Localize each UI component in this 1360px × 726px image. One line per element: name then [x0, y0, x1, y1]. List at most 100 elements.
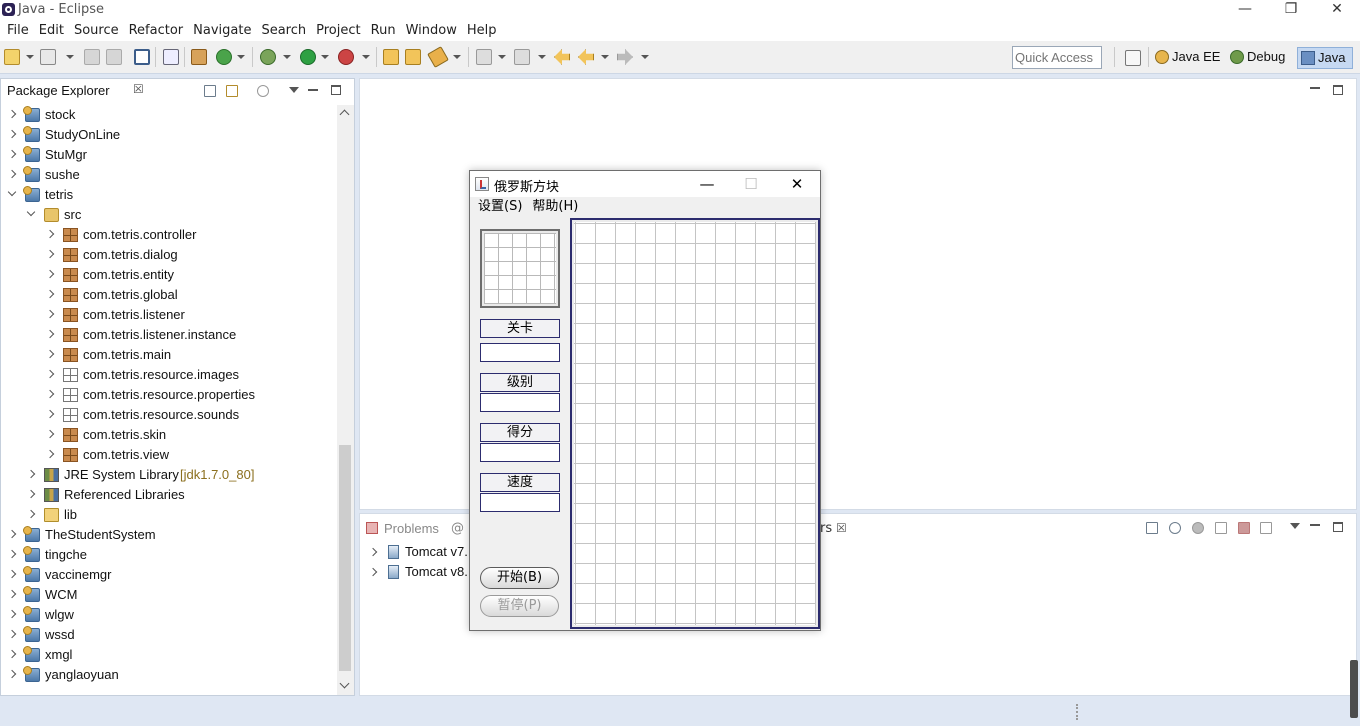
problems-tab[interactable]: Problems	[384, 521, 439, 536]
server-row[interactable]: Tomcat v8.	[360, 562, 470, 582]
chevron-right-icon[interactable]	[7, 569, 17, 579]
menu-window[interactable]: Window	[401, 20, 462, 41]
tree-item[interactable]: vaccinemgr	[1, 565, 336, 585]
menu-refactor[interactable]: Refactor	[124, 20, 189, 41]
tree-item[interactable]: wlgw	[1, 605, 336, 625]
save-icon[interactable]	[84, 49, 100, 65]
tree-item[interactable]: com.tetris.global	[1, 285, 336, 305]
previous-annotation-dropdown-icon[interactable]	[538, 55, 546, 59]
package-explorer-tab[interactable]: Package Explorer	[3, 82, 114, 102]
skip-breakpoints-icon[interactable]	[163, 49, 179, 65]
tree-item[interactable]: src	[1, 205, 336, 225]
tree-item[interactable]: xmgl	[1, 645, 336, 665]
collapse-all-icon[interactable]	[1146, 522, 1158, 534]
chevron-down-icon[interactable]	[26, 207, 36, 217]
minimize-button[interactable]: —	[1222, 0, 1268, 20]
chevron-right-icon[interactable]	[45, 329, 55, 339]
close-button[interactable]: ✕	[1314, 0, 1360, 20]
debug-icon[interactable]	[260, 49, 276, 65]
menu-help[interactable]: 帮助(H)	[532, 197, 578, 217]
tree-item[interactable]: yanglaoyuan	[1, 665, 336, 685]
tree-item[interactable]: wssd	[1, 625, 336, 645]
view-menu-icon[interactable]	[1290, 523, 1300, 529]
chevron-right-icon[interactable]	[7, 129, 17, 139]
menu-navigate[interactable]: Navigate	[188, 20, 256, 41]
chevron-right-icon[interactable]	[368, 567, 378, 577]
forward-dropdown-icon[interactable]	[641, 55, 649, 59]
chevron-right-icon[interactable]	[7, 669, 17, 679]
minimize-view-icon[interactable]	[1310, 520, 1320, 526]
search-dropdown-icon[interactable]	[453, 55, 461, 59]
search-icon[interactable]	[427, 46, 449, 68]
menu-help[interactable]: Help	[462, 20, 502, 41]
tree-item[interactable]: com.tetris.resource.images	[1, 365, 336, 385]
back-icon[interactable]	[578, 49, 594, 65]
open-type-icon[interactable]	[40, 49, 56, 65]
chevron-right-icon[interactable]	[7, 149, 17, 159]
back-dropdown-icon[interactable]	[601, 55, 609, 59]
tree-item[interactable]: com.tetris.main	[1, 345, 336, 365]
maximize-editor-icon[interactable]	[1333, 85, 1343, 95]
scrollbar-thumb[interactable]	[339, 445, 351, 671]
tetris-close-button[interactable]: ✕	[782, 174, 812, 194]
quick-access-input[interactable]	[1012, 46, 1102, 69]
menu-run[interactable]: Run	[366, 20, 401, 41]
open-task-icon[interactable]	[405, 49, 421, 65]
new-dropdown-icon[interactable]	[26, 55, 34, 59]
tree-item[interactable]: WCM	[1, 585, 336, 605]
external-tools-icon[interactable]	[338, 49, 354, 65]
menu-project[interactable]: Project	[311, 20, 365, 41]
resize-grip[interactable]	[1350, 660, 1358, 718]
menu-file[interactable]: File	[2, 20, 34, 41]
chevron-right-icon[interactable]	[26, 489, 36, 499]
tree-item[interactable]: JRE System Library [jdk1.7.0_80]	[1, 465, 336, 485]
tree-item[interactable]: com.tetris.resource.properties	[1, 385, 336, 405]
chevron-right-icon[interactable]	[7, 549, 17, 559]
view-menu-icon[interactable]	[289, 87, 299, 93]
perspective-java[interactable]: Java	[1297, 47, 1353, 69]
forward-icon[interactable]	[617, 49, 633, 65]
focus-on-active-task-icon[interactable]	[257, 85, 269, 97]
chevron-right-icon[interactable]	[7, 649, 17, 659]
tree-item[interactable]: tetris	[1, 185, 336, 205]
chevron-right-icon[interactable]	[45, 289, 55, 299]
tree-item[interactable]: sushe	[1, 165, 336, 185]
chevron-right-icon[interactable]	[45, 409, 55, 419]
tree-item[interactable]: com.tetris.listener	[1, 305, 336, 325]
next-annotation-dropdown-icon[interactable]	[498, 55, 506, 59]
new-package-icon[interactable]	[191, 49, 207, 65]
close-icon[interactable]: ☒	[133, 82, 144, 96]
maximize-view-icon[interactable]	[1333, 522, 1343, 532]
tree-item[interactable]: com.tetris.dialog	[1, 245, 336, 265]
chevron-right-icon[interactable]	[45, 309, 55, 319]
console-icon[interactable]	[134, 49, 150, 65]
chevron-down-icon[interactable]	[7, 187, 17, 197]
debug-dropdown-icon[interactable]	[283, 55, 291, 59]
game-board[interactable]	[570, 218, 820, 629]
profile-server-icon[interactable]	[1215, 522, 1227, 534]
chevron-right-icon[interactable]	[45, 369, 55, 379]
chevron-right-icon[interactable]	[45, 249, 55, 259]
start-button[interactable]: 开始(B)	[480, 567, 559, 589]
tree-item[interactable]: tingche	[1, 545, 336, 565]
restore-button[interactable]: ❐	[1268, 0, 1314, 20]
package-explorer-scrollbar[interactable]	[337, 105, 354, 695]
last-edit-location-icon[interactable]	[554, 49, 570, 65]
start-server-icon[interactable]	[1192, 522, 1204, 534]
tetris-minimize-button[interactable]: —	[692, 174, 722, 194]
tree-item[interactable]: stock	[1, 105, 336, 125]
tree-item[interactable]: StudyOnLine	[1, 125, 336, 145]
next-annotation-icon[interactable]	[476, 49, 492, 65]
run-icon[interactable]	[300, 49, 316, 65]
external-tools-dropdown-icon[interactable]	[362, 55, 370, 59]
new-icon[interactable]	[4, 49, 20, 65]
minimize-view-icon[interactable]	[308, 85, 318, 91]
servers-tab-partial[interactable]: rs	[820, 521, 832, 536]
open-dropdown-icon[interactable]	[66, 55, 74, 59]
tree-item[interactable]: com.tetris.entity	[1, 265, 336, 285]
chevron-right-icon[interactable]	[7, 609, 17, 619]
chevron-right-icon[interactable]	[45, 269, 55, 279]
new-class-dropdown-icon[interactable]	[237, 55, 245, 59]
server-row[interactable]: Tomcat v7.	[360, 542, 470, 562]
menu-search[interactable]: Search	[256, 20, 311, 41]
